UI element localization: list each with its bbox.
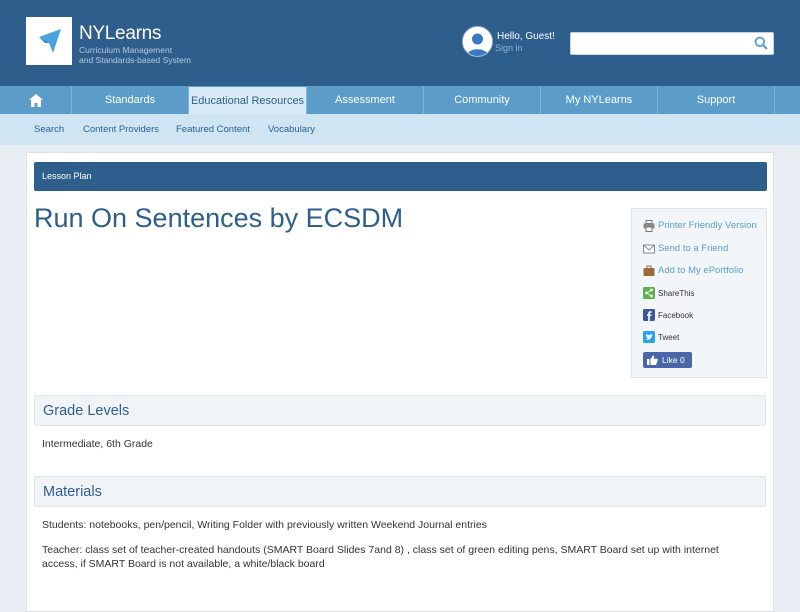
materials-teacher-text: Teacher: class set of teacher-created ha… (42, 544, 719, 570)
materials-header: Materials (34, 476, 766, 507)
home-icon (28, 94, 43, 107)
briefcase-icon (643, 265, 655, 276)
search-box (570, 32, 774, 55)
grade-levels-header: Grade Levels (34, 395, 766, 426)
user-icon (467, 33, 488, 56)
page-title: Run On Sentences by ECSDM (34, 203, 404, 233)
sharethis-icon (643, 287, 655, 299)
tweet-label: Tweet (658, 333, 680, 342)
logo-title: NYLearns (79, 23, 162, 44)
printer-friendly-label: Printer Friendly Version (658, 220, 757, 231)
sub-nav: Search Content Providers Featured Conten… (0, 114, 800, 145)
avatar[interactable] (462, 26, 493, 57)
add-to-eportfolio-label: Add to My ePortfolio (658, 265, 744, 276)
logo-arrow-icon (39, 29, 61, 53)
nav-assessment[interactable]: Assessment (307, 86, 424, 114)
subnav-featured-content[interactable]: Featured Content (176, 124, 250, 135)
materials-title: Materials (43, 484, 102, 500)
site-header: NYLearns Curriculum Management and Stand… (0, 0, 800, 86)
breadcrumb-label: Lesson Plan (42, 171, 92, 181)
nav-my-nylearns[interactable]: My NYLearns (541, 86, 658, 114)
twitter-icon (643, 331, 655, 343)
search-input[interactable] (575, 35, 749, 54)
nav-community[interactable]: Community (424, 86, 541, 114)
breadcrumb: Lesson Plan (34, 162, 767, 191)
logo-subtitle-line-2: and Standards-based System (79, 55, 191, 65)
thumbs-up-icon (647, 355, 658, 365)
send-to-friend-label: Send to a Friend (658, 243, 729, 254)
nav-standards[interactable]: Standards (72, 86, 189, 114)
subnav-content-providers[interactable]: Content Providers (83, 124, 159, 135)
share-panel: Printer Friendly Version Send to a Frien… (631, 208, 767, 378)
grade-levels-text: Intermediate, 6th Grade (42, 438, 153, 450)
facebook-like-button[interactable]: Like 0 (643, 352, 692, 368)
search-icon[interactable] (754, 36, 768, 50)
like-label: Like 0 (662, 355, 685, 365)
subnav-vocabulary[interactable]: Vocabulary (268, 124, 315, 135)
materials-students-text: Students: notebooks, pen/pencil, Writing… (42, 519, 487, 531)
subnav-search[interactable]: Search (34, 124, 64, 135)
nav-support[interactable]: Support (658, 86, 775, 114)
main-nav: Standards Educational Resources Assessme… (0, 86, 800, 114)
nav-educational-resources[interactable]: Educational Resources (189, 87, 307, 114)
sharethis-label: ShareThis (658, 289, 695, 298)
printer-icon (643, 220, 655, 232)
facebook-label: Facebook (658, 311, 694, 320)
greeting-text: Hello, Guest! (497, 31, 555, 42)
nav-home[interactable] (0, 86, 72, 114)
envelope-icon (643, 244, 655, 254)
logo-subtitle: Curriculum Management and Standards-base… (79, 45, 191, 65)
nylearns-logo[interactable] (26, 17, 72, 65)
logo-subtitle-line-1: Curriculum Management (79, 45, 173, 55)
sign-in-link[interactable]: Sign in (495, 43, 523, 53)
grade-levels-title: Grade Levels (43, 403, 130, 419)
facebook-icon (643, 309, 655, 321)
